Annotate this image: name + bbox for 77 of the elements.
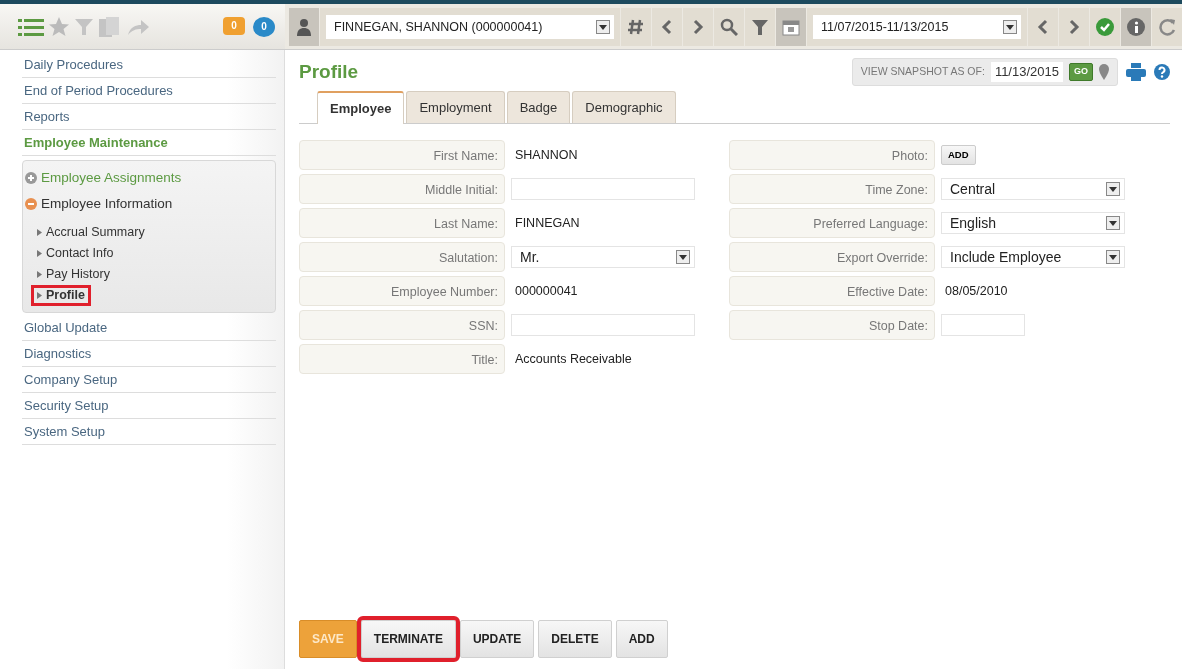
submenu-link[interactable]: Contact Info (31, 242, 120, 264)
submenu-link[interactable]: Pay History (31, 263, 116, 285)
field-label: Title: (299, 344, 505, 374)
dropdown-arrow-icon[interactable] (1109, 220, 1117, 226)
sidebar-item[interactable]: Global Update (22, 314, 276, 341)
field-label: Salutation: (299, 242, 505, 272)
dropdown-arrow-icon[interactable] (679, 254, 687, 260)
field-label: First Name: (299, 140, 505, 170)
submenu-item[interactable]: Employee Information (41, 194, 173, 215)
hash-icon[interactable] (627, 18, 645, 36)
field-label: Photo: (729, 140, 935, 170)
submenu-link[interactable]: Profile (31, 284, 91, 306)
search-icon[interactable] (720, 18, 738, 36)
action-button[interactable]: ADD (615, 620, 668, 658)
star-icon[interactable] (48, 15, 70, 38)
calendar-icon[interactable] (782, 18, 800, 36)
action-button[interactable]: UPDATE (459, 620, 535, 658)
input-field[interactable] (511, 178, 695, 200)
chevron-icon (37, 270, 42, 278)
snapshot-date-field[interactable]: 11/13/2015 (990, 62, 1063, 82)
tab[interactable]: Badge (506, 90, 571, 123)
select-field[interactable]: English (941, 212, 1125, 234)
list-icon[interactable] (18, 16, 44, 37)
field-label: SSN: (299, 310, 505, 340)
chevron-icon (37, 249, 42, 257)
page-title: Profile (299, 60, 359, 84)
sidebar-item[interactable]: End of Period Procedures (22, 78, 276, 104)
sidebar-item[interactable]: Security Setup (22, 392, 276, 419)
dropdown-arrow-icon[interactable] (1109, 254, 1117, 260)
field-label: Effective Date: (729, 276, 935, 306)
tab[interactable]: Demographic (572, 90, 676, 123)
field-value: 000000041 (514, 282, 578, 300)
sidebar-item[interactable]: Diagnostics (22, 340, 276, 367)
select-field[interactable]: Mr. (511, 246, 695, 268)
employee-select[interactable]: FINNEGAN, SHANNON (000000041) (326, 15, 614, 39)
field-label: Employee Number: (299, 276, 505, 306)
expand-icon[interactable] (25, 172, 37, 185)
dropdown-arrow-icon[interactable] (1109, 186, 1117, 192)
refresh-icon[interactable] (1158, 18, 1176, 36)
dropdown-arrow-icon[interactable] (599, 24, 607, 30)
person-icon[interactable] (295, 18, 313, 36)
notification-badge[interactable]: 0 (253, 16, 275, 37)
submenu-link[interactable]: Accrual Summary (31, 221, 151, 243)
sidebar-item[interactable]: Reports (22, 104, 276, 130)
field-label: Last Name: (299, 208, 505, 238)
filter-icon[interactable] (751, 18, 769, 36)
select-field[interactable]: Central (941, 178, 1125, 200)
chevron-icon (37, 228, 42, 236)
action-button[interactable]: DELETE (538, 620, 612, 658)
info-icon[interactable] (1127, 18, 1145, 36)
field-value: FINNEGAN (514, 214, 580, 232)
field-value: Accounts Receivable (514, 350, 632, 368)
field-label: Export Override: (729, 242, 935, 272)
sidebar-item[interactable]: Company Setup (22, 366, 276, 393)
collapse-icon[interactable] (25, 198, 37, 211)
field-label: Middle Initial: (299, 174, 505, 204)
add-photo-button[interactable]: ADD (941, 144, 976, 166)
select-field[interactable]: Include Employee (941, 246, 1125, 268)
chevron-icon (37, 291, 42, 299)
snapshot-label: VIEW SNAPSHOT AS OF: (860, 63, 985, 79)
field-value: 08/05/2010 (944, 282, 1008, 300)
check-icon[interactable] (1096, 18, 1114, 36)
input-field[interactable] (511, 314, 695, 336)
sidebar-item[interactable]: Daily Procedures (22, 52, 276, 78)
print-icon[interactable] (1126, 62, 1146, 81)
dropdown-arrow-icon[interactable] (1006, 24, 1014, 30)
date-range-select[interactable]: 11/07/2015-11/13/2015 (813, 15, 1021, 39)
field-label: Preferred Language: (729, 208, 935, 238)
help-icon[interactable] (1154, 63, 1170, 80)
input-field[interactable] (941, 314, 1025, 336)
field-value: SHANNON (514, 146, 578, 164)
location-pin-icon[interactable] (1099, 63, 1109, 80)
field-label: Time Zone: (729, 174, 935, 204)
sidebar-item[interactable]: System Setup (22, 418, 276, 445)
tab[interactable]: Employee (317, 90, 405, 124)
field-label: Stop Date: (729, 310, 935, 340)
tab[interactable]: Employment (406, 90, 505, 123)
